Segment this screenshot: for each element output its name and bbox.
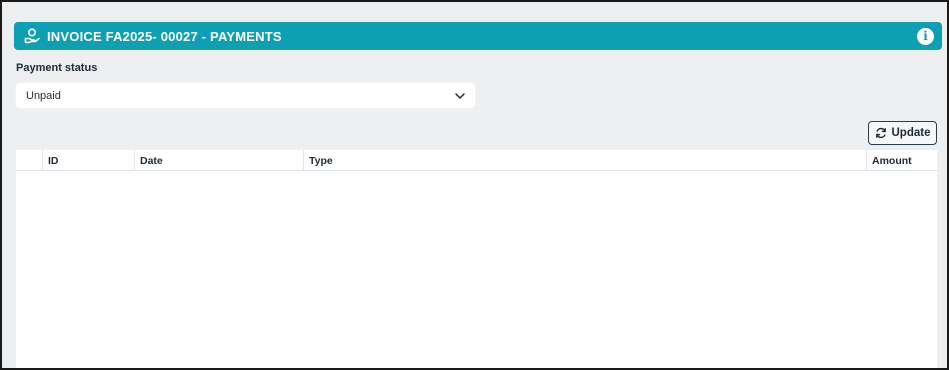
table-header: ID Date Type Amount [16,150,937,171]
hand-coin-icon [24,28,40,44]
info-icon[interactable]: i [917,27,934,45]
column-header-amount[interactable]: Amount [867,150,937,171]
payment-status-value: Unpaid [26,89,61,102]
column-header-id[interactable]: ID [43,150,135,171]
update-button[interactable]: Update [868,121,937,145]
column-header-type[interactable]: Type [304,150,867,171]
chevron-down-icon [454,90,466,102]
payment-status-select[interactable]: Unpaid [15,82,476,109]
payment-status-label: Payment status [16,62,98,74]
column-header-date[interactable]: Date [135,150,304,171]
update-button-label: Update [891,127,931,139]
payments-table: ID Date Type Amount [16,150,937,368]
panel-header: INVOICE FA2025- 00027 - PAYMENTS i [14,22,942,50]
column-header-select[interactable] [16,150,43,171]
payments-panel: INVOICE FA2025- 00027 - PAYMENTS i Payme… [0,0,949,370]
panel-title: INVOICE FA2025- 00027 - PAYMENTS [47,28,282,44]
refresh-icon [875,127,887,139]
